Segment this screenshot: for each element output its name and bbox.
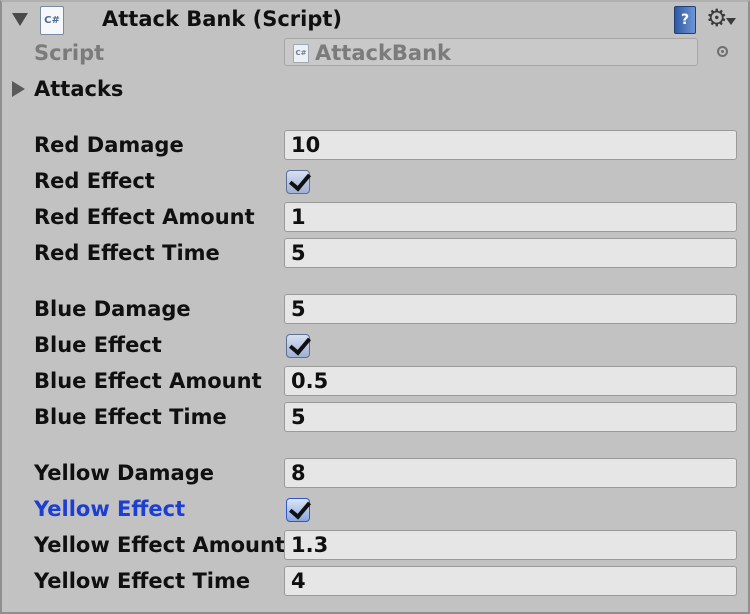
red-effect-amount-label: Red Effect Amount bbox=[34, 205, 255, 229]
red-effect-checkbox[interactable] bbox=[286, 168, 312, 194]
object-picker-icon[interactable] bbox=[717, 46, 728, 57]
yellow-effect-label: Yellow Effect bbox=[34, 497, 186, 521]
script-file-icon: C# bbox=[293, 44, 309, 63]
yellow-damage-field[interactable]: 8 bbox=[284, 458, 737, 488]
foldout-expanded-icon[interactable] bbox=[12, 13, 28, 26]
help-book-icon[interactable]: ? bbox=[674, 6, 696, 34]
attacks-foldout-label[interactable]: Attacks bbox=[34, 77, 123, 101]
blue-damage-field[interactable]: 5 bbox=[284, 294, 737, 324]
foldout-collapsed-icon[interactable] bbox=[12, 81, 25, 97]
blue-effect-amount-label: Blue Effect Amount bbox=[34, 369, 262, 393]
yellow-effect-time-label: Yellow Effect Time bbox=[34, 569, 251, 593]
blue-effect-amount-field[interactable]: 0.5 bbox=[284, 366, 737, 396]
checkmark-icon bbox=[288, 332, 312, 356]
yellow-effect-time-field[interactable]: 4 bbox=[284, 566, 737, 596]
chevron-down-icon[interactable] bbox=[726, 18, 736, 25]
blue-effect-label: Blue Effect bbox=[34, 333, 162, 357]
checkmark-icon bbox=[288, 496, 312, 520]
blue-effect-time-label: Blue Effect Time bbox=[34, 405, 227, 429]
script-value: AttackBank bbox=[315, 41, 452, 65]
yellow-effect-checkbox[interactable] bbox=[286, 496, 312, 522]
blue-effect-time-field[interactable]: 5 bbox=[284, 402, 737, 432]
red-damage-label: Red Damage bbox=[34, 133, 184, 157]
red-damage-field[interactable]: 10 bbox=[284, 130, 737, 160]
checkmark-icon bbox=[288, 168, 312, 192]
red-effect-time-label: Red Effect Time bbox=[34, 241, 220, 265]
csharp-script-icon: C# bbox=[40, 6, 64, 35]
script-object-field[interactable]: C# AttackBank bbox=[284, 38, 698, 66]
blue-damage-label: Blue Damage bbox=[34, 297, 191, 321]
red-effect-amount-field[interactable]: 1 bbox=[284, 202, 737, 232]
yellow-damage-label: Yellow Damage bbox=[34, 461, 214, 485]
yellow-effect-amount-label: Yellow Effect Amount bbox=[34, 533, 285, 557]
script-label: Script bbox=[34, 41, 105, 65]
component-header[interactable]: C# Attack Bank (Script) ? ⚙ bbox=[0, 0, 750, 38]
blue-effect-checkbox[interactable] bbox=[286, 332, 312, 358]
component-title: Attack Bank (Script) bbox=[102, 7, 343, 31]
red-effect-time-field[interactable]: 5 bbox=[284, 238, 737, 268]
red-effect-label: Red Effect bbox=[34, 169, 155, 193]
gear-icon[interactable]: ⚙ bbox=[706, 4, 728, 32]
yellow-effect-amount-field[interactable]: 1.3 bbox=[284, 530, 737, 560]
